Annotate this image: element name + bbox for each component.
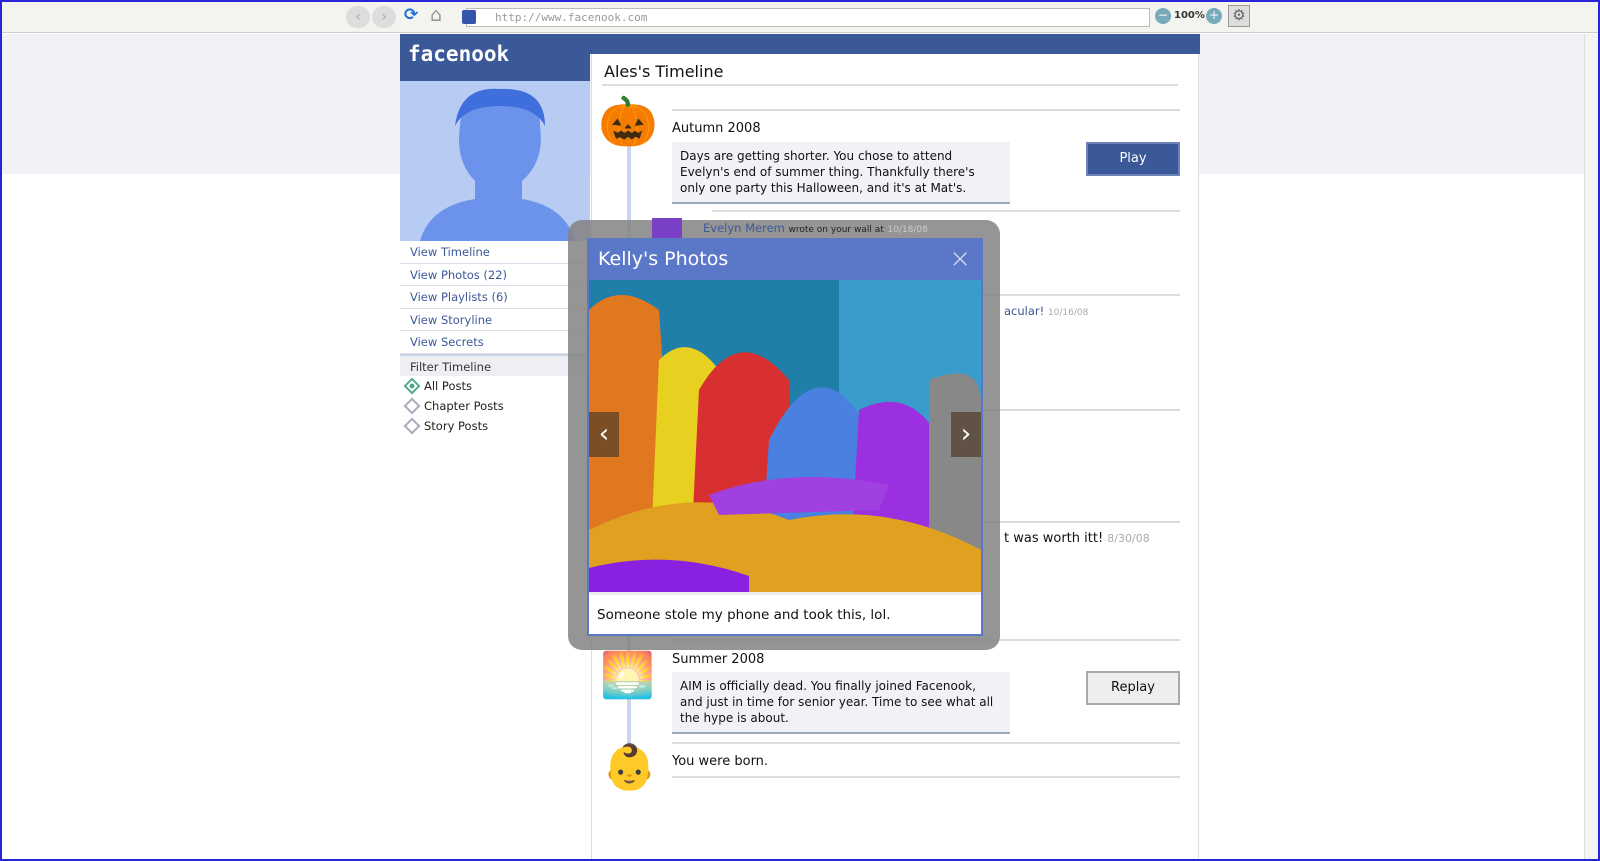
play-button[interactable]: Play [1086, 142, 1180, 176]
modal-title: Kelly's Photos [598, 248, 729, 270]
browser-toolbar: ‹ › ⟳ ⌂ http://www.facenook.com − 100% +… [0, 0, 1600, 33]
filter-all-posts[interactable]: All Posts [400, 376, 590, 396]
wall-action: wrote on your wall at [788, 225, 884, 235]
site-icon [462, 10, 476, 24]
chapter-body: AIM is officially dead. You finally join… [672, 672, 1010, 734]
filter-story-posts[interactable]: Story Posts [400, 416, 590, 436]
modal-header: Kelly's Photos × [589, 240, 981, 280]
post-date: 8/30/08 [1107, 532, 1150, 545]
radio-selected-icon[interactable] [403, 377, 421, 394]
photo-modal: Kelly's Photos × ‹ › Someone stole my pho… [587, 238, 983, 636]
zoom-in-button[interactable]: + [1206, 8, 1222, 24]
sunset-icon: 🌅 [600, 650, 655, 701]
commenter-avatar [652, 218, 682, 238]
home-button[interactable]: ⌂ [430, 4, 442, 26]
reload-button[interactable]: ⟳ [404, 5, 418, 25]
profile-avatar [400, 81, 590, 241]
sidebar-link-timeline[interactable]: View Timeline [400, 241, 590, 264]
zoom-level: 100% [1174, 10, 1205, 21]
filter-label: All Posts [424, 378, 472, 393]
chapter-heading: Autumn 2008 [672, 121, 761, 136]
sidebar-link-playlists[interactable]: View Playlists (6) [400, 286, 590, 309]
zoom-out-button[interactable]: − [1155, 8, 1171, 24]
back-button[interactable]: ‹ [346, 6, 370, 28]
filter-timeline-heading: Filter Timeline [400, 353, 590, 376]
wall-date: 10/18/08 [887, 225, 928, 235]
photo: ‹ › [589, 280, 981, 592]
scrollbar[interactable] [1584, 34, 1598, 859]
photo-caption: Someone stole my phone and took this, lo… [589, 592, 981, 635]
logo[interactable]: facenook [400, 34, 590, 81]
wall-author[interactable]: Evelyn Merem [703, 221, 785, 235]
settings-button[interactable]: ⚙ [1228, 5, 1250, 27]
forward-button[interactable]: › [372, 6, 396, 28]
post-text: acular! [1004, 304, 1045, 318]
radio-icon[interactable] [403, 397, 421, 414]
page-title: Ales's Timeline [604, 62, 724, 81]
sidebar-link-storyline[interactable]: View Storyline [400, 309, 590, 331]
close-icon[interactable]: × [949, 244, 971, 274]
previous-photo-button[interactable]: ‹ [589, 412, 619, 457]
sidebar: View Timeline View Photos (22) View Play… [400, 81, 590, 861]
wall-post-line: Evelyn Merem wrote on your wall at 10/18… [703, 221, 928, 235]
chapter-heading: Summer 2008 [672, 652, 765, 667]
radio-icon[interactable] [403, 417, 421, 434]
sidebar-link-secrets[interactable]: View Secrets [400, 331, 590, 354]
group-photo-image [589, 280, 981, 592]
chapter-body: Days are getting shorter. You chose to a… [672, 142, 1010, 204]
post-date: 10/16/08 [1047, 308, 1089, 318]
filter-label: Chapter Posts [424, 398, 504, 413]
sidebar-link-photos[interactable]: View Photos (22) [400, 264, 590, 286]
post-text: t was worth itt! [1004, 531, 1104, 546]
next-photo-button[interactable]: › [951, 412, 981, 457]
filter-chapter-posts[interactable]: Chapter Posts [400, 396, 590, 416]
baby-icon: 👶 [602, 742, 657, 793]
replay-button[interactable]: Replay [1086, 671, 1180, 705]
pumpkin-icon: 🎃 [598, 94, 658, 150]
filter-label: Story Posts [424, 418, 489, 433]
address-bar[interactable]: http://www.facenook.com [466, 8, 1150, 27]
born-text: You were born. [672, 754, 769, 769]
